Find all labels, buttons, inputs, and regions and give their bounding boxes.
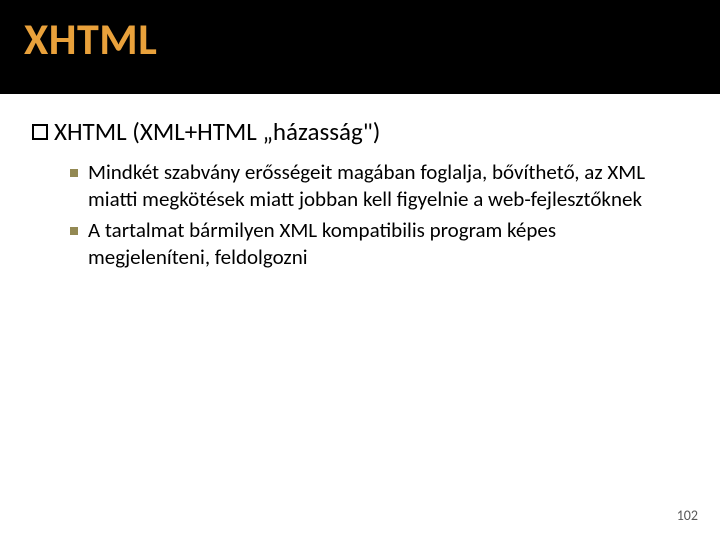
square-bullet-icon — [70, 169, 78, 177]
level1-text: XHTML (XML+HTML „házasság") — [54, 116, 380, 147]
square-bullet-icon — [32, 124, 48, 140]
slide-content: XHTML (XML+HTML „házasság") Mindkét szab… — [0, 94, 720, 271]
list-item-text: A tartalmat bármilyen XML kompatibilis p… — [88, 217, 680, 271]
page-number: 102 — [677, 507, 698, 524]
list-item-text: Mindkét szabvány erősségeit magában fogl… — [88, 159, 680, 213]
title-band: XHTML — [0, 0, 720, 94]
level1-item: XHTML (XML+HTML „házasság") — [32, 116, 692, 147]
sublist: Mindkét szabvány erősségeit magában fogl… — [70, 159, 680, 271]
square-bullet-icon — [70, 227, 78, 235]
list-item: A tartalmat bármilyen XML kompatibilis p… — [70, 217, 680, 271]
slide-title: XHTML — [24, 12, 696, 66]
list-item: Mindkét szabvány erősségeit magában fogl… — [70, 159, 680, 213]
